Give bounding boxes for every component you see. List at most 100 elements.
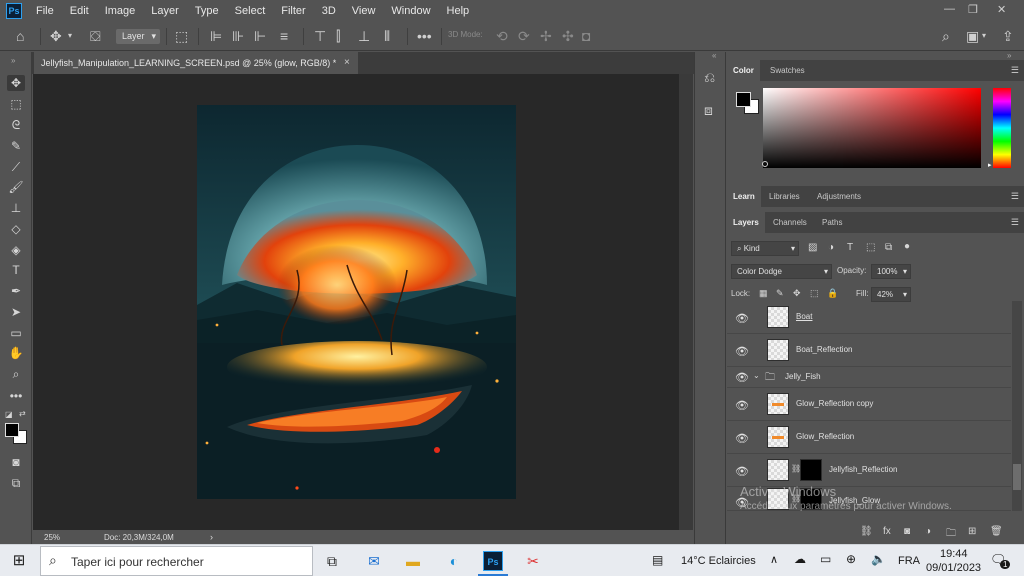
tab-adjustments[interactable]: Adjustments	[811, 186, 867, 207]
lock-artboard-icon[interactable]: ⬚	[810, 288, 819, 299]
snipping-tool-icon[interactable]: ✂	[523, 551, 543, 571]
color-picker-handle[interactable]	[762, 161, 768, 167]
3d-slide-icon[interactable]: ✣	[562, 28, 574, 44]
filter-smart-object-icon[interactable]: ⧉	[885, 242, 892, 253]
workspace-icon[interactable]: ▣	[966, 28, 979, 44]
document-artwork[interactable]	[197, 105, 516, 499]
visibility-eye-icon[interactable]: 👁	[735, 371, 749, 384]
menu-select[interactable]: Select	[235, 5, 266, 17]
tab-layers[interactable]: Layers	[727, 212, 765, 233]
align-right-icon[interactable]: ⊩	[254, 28, 266, 44]
properties-panel-icon[interactable]: ⧈	[704, 102, 713, 119]
color-field[interactable]	[763, 88, 981, 168]
layer-group-row[interactable]: 👁 ⌄ 🗀 Jelly_Fish	[727, 367, 1011, 388]
screen-mode-icon[interactable]: ⧉	[7, 475, 25, 491]
paint-bucket-tool-icon[interactable]: ◈	[7, 242, 25, 258]
layer-filter-kind[interactable]: ⌕ Kind ▾	[731, 241, 799, 256]
menu-edit[interactable]: Edit	[70, 5, 89, 17]
onedrive-icon[interactable]: ☁	[794, 552, 806, 566]
panel-menu-icon[interactable]: ☰	[1011, 191, 1019, 202]
clock-time[interactable]: 19:44	[940, 548, 968, 560]
tab-paths[interactable]: Paths	[816, 212, 848, 233]
align-left-icon[interactable]: ⊫	[210, 28, 222, 44]
windows-start-icon[interactable]: ⊞	[9, 551, 29, 571]
type-tool-icon[interactable]: T	[7, 262, 25, 278]
distribute-icon[interactable]: ≡	[280, 28, 288, 44]
panel-menu-icon[interactable]: ☰	[1011, 65, 1019, 76]
tab-color[interactable]: Color	[727, 60, 760, 81]
blend-mode-select[interactable]: Color Dodge ▾	[731, 264, 832, 279]
home-icon[interactable]: ⌂	[16, 28, 24, 44]
eyedropper-tool-icon[interactable]: ⟋	[7, 159, 25, 175]
volume-icon[interactable]: 🔈	[871, 552, 886, 566]
menu-image[interactable]: Image	[105, 5, 136, 17]
file-explorer-icon[interactable]: ▬	[403, 551, 423, 571]
edge-browser-icon[interactable]: ◐	[444, 551, 464, 571]
visibility-eye-icon[interactable]: 👁	[735, 312, 749, 325]
new-group-icon[interactable]: 🗀	[946, 526, 956, 543]
auto-select-target-dropdown[interactable]: Layer ▾	[116, 29, 160, 44]
edit-toolbar-icon[interactable]: •••	[7, 388, 25, 404]
chevron-down-icon[interactable]: ⌄	[753, 371, 760, 380]
3d-orbit-icon[interactable]: ⟲	[496, 28, 508, 44]
opacity-input[interactable]: 100% ▾	[871, 264, 911, 279]
default-colors-icon[interactable]: ◪	[5, 410, 13, 419]
layer-row[interactable]: 👁 Boat_Reflection	[727, 334, 1011, 367]
marquee-tool-icon[interactable]: ⬚	[7, 96, 25, 112]
brush-tool-icon[interactable]: 🖌	[7, 179, 25, 195]
tab-channels[interactable]: Channels	[767, 212, 813, 233]
path-selection-tool-icon[interactable]: ➤	[7, 304, 25, 320]
align-top-icon[interactable]: ⊤	[314, 28, 326, 44]
delete-layer-icon[interactable]: 🗑	[990, 526, 1003, 537]
task-view-icon[interactable]: ⧉	[322, 551, 342, 571]
clone-stamp-tool-icon[interactable]: ⊥	[7, 200, 25, 216]
lock-position-icon[interactable]: ✥	[793, 288, 801, 299]
chevron-up-icon[interactable]: ∧	[770, 553, 778, 566]
search-icon[interactable]: ⌕	[942, 28, 950, 44]
weather-text[interactable]: 14°C Eclaircies	[681, 555, 756, 567]
swap-colors-icon[interactable]: ⇄	[19, 409, 26, 418]
filter-pixel-icon[interactable]: ▨	[808, 242, 817, 253]
foreground-color-swatch[interactable]	[736, 92, 751, 107]
auto-select-icon[interactable]: ⛋	[90, 28, 101, 44]
zoom-level[interactable]: 25%	[44, 533, 60, 542]
lasso-tool-icon[interactable]: ᘓ	[7, 117, 25, 133]
3d-roll-icon[interactable]: ⟳	[518, 28, 530, 44]
close-tab-icon[interactable]: ×	[344, 57, 350, 68]
chevron-down-icon[interactable]: ▾	[982, 28, 986, 44]
align-center-icon[interactable]: ⊪	[232, 28, 244, 44]
photoshop-taskbar-icon[interactable]: Ps	[483, 551, 503, 571]
lock-transparent-icon[interactable]: ▦	[759, 288, 768, 299]
3d-pan-icon[interactable]: ✢	[540, 28, 552, 44]
menu-window[interactable]: Window	[391, 5, 430, 17]
menu-view[interactable]: View	[352, 5, 376, 17]
tab-swatches[interactable]: Swatches	[764, 60, 811, 81]
news-widget-icon[interactable]: ▤	[652, 553, 663, 567]
layer-mask-thumbnail[interactable]	[800, 459, 822, 481]
mail-icon[interactable]: ✉	[364, 551, 384, 571]
visibility-eye-icon[interactable]: 👁	[735, 345, 749, 358]
collapse-panels-icon[interactable]: »	[1007, 51, 1011, 60]
zoom-tool-icon[interactable]: ⌕	[7, 366, 25, 382]
align-middle-icon[interactable]: ⫿	[336, 28, 340, 44]
adjustment-layer-icon[interactable]: ◑	[925, 526, 931, 537]
chevron-right-icon[interactable]: ›	[210, 532, 213, 542]
clock-date[interactable]: 09/01/2023	[926, 562, 981, 574]
tab-learn[interactable]: Learn	[727, 186, 761, 207]
fill-input[interactable]: 42% ▾	[871, 287, 911, 302]
panel-menu-icon[interactable]: ☰	[1011, 217, 1019, 228]
hue-slider-marker[interactable]: ▸	[988, 161, 992, 169]
layer-style-fx-icon[interactable]: fx	[883, 526, 891, 537]
minimize-icon[interactable]: —	[944, 3, 955, 15]
visibility-eye-icon[interactable]: 👁	[735, 432, 749, 445]
close-icon[interactable]: ✕	[997, 3, 1006, 16]
network-icon[interactable]: ⊕	[846, 552, 856, 566]
move-tool-icon[interactable]: ✥	[50, 28, 62, 44]
taskbar-search-box[interactable]: ⌕ Taper ici pour rechercher	[40, 546, 313, 576]
tab-libraries[interactable]: Libraries	[763, 186, 806, 207]
filter-toggle-icon[interactable]: ●	[904, 241, 910, 252]
menu-type[interactable]: Type	[195, 5, 219, 17]
layers-scrollbar[interactable]	[1012, 301, 1022, 511]
3d-camera-icon[interactable]: ◘	[582, 28, 590, 44]
new-layer-icon[interactable]: ⊞	[968, 526, 976, 537]
